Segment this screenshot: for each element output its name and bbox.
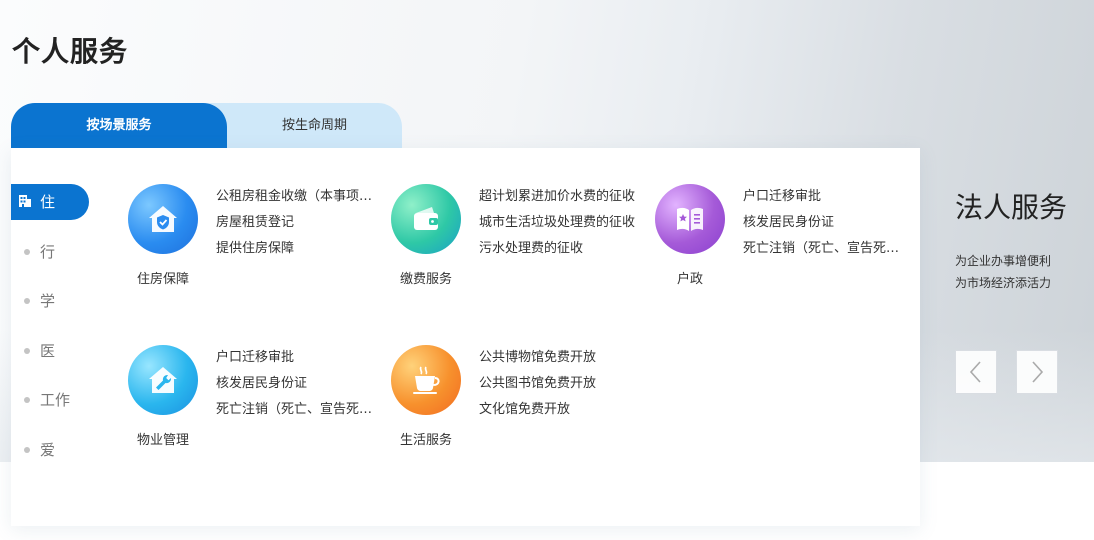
category-property: 物业管理 户口迁移审批 核发居民身份证 死亡注销（死亡、宣告死亡... bbox=[128, 345, 390, 465]
category-name[interactable]: 户政 bbox=[640, 268, 740, 287]
service-link[interactable]: 死亡注销（死亡、宣告死亡... bbox=[743, 240, 908, 266]
category-name[interactable]: 住房保障 bbox=[113, 268, 213, 287]
bullet-dot-icon bbox=[24, 298, 30, 305]
category-links: 公租房租金收缴（本事项不... 房屋租赁登记 提供住房保障 bbox=[216, 188, 381, 266]
service-link[interactable]: 提供住房保障 bbox=[216, 240, 381, 266]
side-item-label: 学 bbox=[40, 292, 56, 311]
service-link[interactable]: 公共博物馆免费开放 bbox=[479, 349, 644, 375]
side-item-label: 医 bbox=[40, 341, 56, 360]
category-living: 生活服务 公共博物馆免费开放 公共图书馆免费开放 文化馆免费开放 bbox=[391, 345, 653, 465]
service-link[interactable]: 超计划累进加价水费的征收 bbox=[479, 188, 644, 214]
legal-services-desc: 为企业办事增便利 为市场经济添活力 bbox=[955, 250, 1051, 294]
category-housing: 住房保障 公租房租金收缴（本事项不... 房屋租赁登记 提供住房保障 bbox=[128, 184, 390, 304]
service-link[interactable]: 污水处理费的征收 bbox=[479, 240, 644, 266]
service-link[interactable]: 核发居民身份证 bbox=[743, 214, 908, 240]
legal-desc-line: 为企业办事增便利 bbox=[955, 254, 1052, 268]
category-name[interactable]: 生活服务 bbox=[376, 429, 476, 448]
service-link[interactable]: 公共图书馆免费开放 bbox=[479, 375, 644, 401]
service-link[interactable]: 户口迁移审批 bbox=[216, 349, 381, 375]
category-household: 户政 户口迁移审批 核发居民身份证 死亡注销（死亡、宣告死亡... bbox=[655, 184, 917, 304]
prev-button[interactable] bbox=[955, 350, 997, 394]
bullet-dot-icon bbox=[24, 446, 30, 453]
side-item-medical[interactable]: 医 bbox=[11, 333, 91, 383]
category-links: 超计划累进加价水费的征收 城市生活垃圾处理费的征收 污水处理费的征收 bbox=[479, 188, 644, 266]
category-name[interactable]: 缴费服务 bbox=[376, 268, 476, 287]
service-link[interactable]: 房屋租赁登记 bbox=[216, 214, 381, 240]
service-link[interactable]: 户口迁移审批 bbox=[743, 188, 908, 214]
chevron-left-icon bbox=[969, 361, 981, 383]
next-button[interactable] bbox=[1016, 350, 1058, 394]
house-shield-icon bbox=[149, 206, 177, 232]
side-item-label: 行 bbox=[40, 242, 56, 261]
category-property-badge[interactable] bbox=[128, 345, 198, 415]
book-star-icon bbox=[677, 207, 703, 231]
category-links: 户口迁移审批 核发居民身份证 死亡注销（死亡、宣告死亡... bbox=[743, 188, 908, 266]
legal-desc-line: 为市场经济添活力 bbox=[955, 276, 1052, 290]
category-links: 户口迁移审批 核发居民身份证 死亡注销（死亡、宣告死亡... bbox=[216, 349, 381, 427]
legal-services-title[interactable]: 法人服务 bbox=[955, 186, 1067, 226]
side-item-travel[interactable]: 行 bbox=[11, 234, 91, 284]
scene-side-nav: 住 行 学 医 工作 爱 bbox=[11, 184, 91, 482]
wallet-icon bbox=[414, 207, 438, 230]
side-item-label: 爱 bbox=[40, 440, 56, 459]
category-links: 公共博物馆免费开放 公共图书馆免费开放 文化馆免费开放 bbox=[479, 349, 644, 427]
bullet-dot-icon bbox=[24, 397, 30, 404]
service-link[interactable]: 公租房租金收缴（本事项不... bbox=[216, 188, 381, 214]
service-link[interactable]: 死亡注销（死亡、宣告死亡... bbox=[216, 401, 381, 427]
side-item-love[interactable]: 爱 bbox=[11, 432, 91, 482]
side-item-work[interactable]: 工作 bbox=[11, 382, 91, 432]
category-payment-badge[interactable] bbox=[391, 184, 461, 254]
service-link[interactable]: 文化馆免费开放 bbox=[479, 401, 644, 427]
chevron-right-icon bbox=[1032, 361, 1044, 383]
building-icon bbox=[19, 195, 31, 207]
tab-by-lifecycle[interactable]: 按生命周期 bbox=[227, 103, 402, 148]
bullet-dot-icon bbox=[24, 347, 30, 354]
page-title: 个人服务 bbox=[12, 35, 129, 68]
category-household-badge[interactable] bbox=[655, 184, 725, 254]
side-item-label: 工作 bbox=[40, 391, 71, 410]
category-name[interactable]: 物业管理 bbox=[113, 429, 213, 448]
service-tabs: 按场景服务 按生命周期 bbox=[11, 103, 402, 148]
side-item-label: 住 bbox=[40, 193, 56, 211]
category-housing-badge[interactable] bbox=[128, 184, 198, 254]
category-payment: 缴费服务 超计划累进加价水费的征收 城市生活垃圾处理费的征收 污水处理费的征收 bbox=[391, 184, 653, 304]
house-wrench-icon bbox=[149, 367, 177, 393]
service-link[interactable]: 核发居民身份证 bbox=[216, 375, 381, 401]
side-item-live[interactable]: 住 bbox=[11, 184, 89, 220]
coffee-cup-icon bbox=[413, 366, 440, 394]
services-panel: 住 行 学 医 工作 爱 住房保障 公租房租金收缴（本事项不... 房屋租赁登记… bbox=[11, 148, 920, 526]
side-item-study[interactable]: 学 bbox=[11, 283, 91, 333]
category-living-badge[interactable] bbox=[391, 345, 461, 415]
service-link[interactable]: 城市生活垃圾处理费的征收 bbox=[479, 214, 644, 240]
tab-by-scene[interactable]: 按场景服务 bbox=[11, 103, 227, 148]
bullet-dot-icon bbox=[24, 248, 30, 255]
